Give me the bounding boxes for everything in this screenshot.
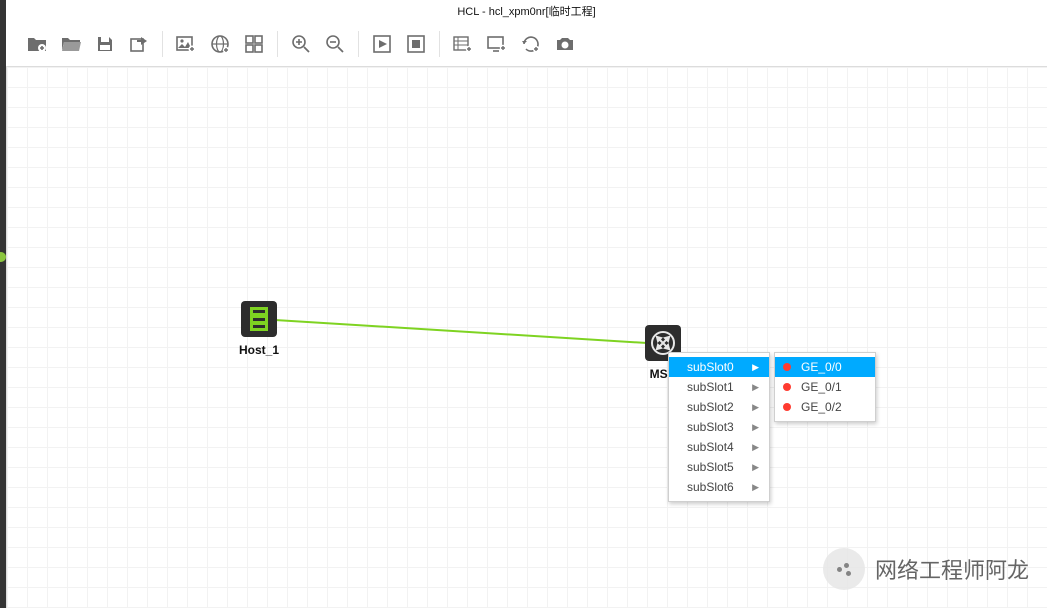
menu-item-label: GE_0/2 <box>801 400 842 414</box>
title-bar: HCL - hcl_xpm0nr[临时工程] <box>6 0 1047 23</box>
host-icon <box>241 301 277 337</box>
submenu-arrow-icon: ▶ <box>752 422 759 433</box>
menu-item-label: GE_0/1 <box>801 380 842 394</box>
refresh-add-icon[interactable] <box>514 29 548 59</box>
toolbar-separator <box>439 31 440 57</box>
export-icon[interactable] <box>122 29 156 59</box>
menu-item-label: subSlot3 <box>687 420 734 434</box>
status-dot-icon <box>783 383 791 391</box>
zoom-in-icon[interactable] <box>284 29 318 59</box>
menu-item-subslot1[interactable]: subSlot1 ▶ <box>669 377 769 397</box>
topology-link[interactable] <box>275 319 663 345</box>
menu-item-label: subSlot2 <box>687 400 734 414</box>
image-add-icon[interactable] <box>169 29 203 59</box>
submenu-arrow-icon: ▶ <box>752 482 759 493</box>
status-dot-icon <box>783 403 791 411</box>
menu-item-subslot5[interactable]: subSlot5 ▶ <box>669 457 769 477</box>
menu-item-subslot2[interactable]: subSlot2 ▶ <box>669 397 769 417</box>
camera-icon[interactable] <box>548 29 582 59</box>
menu-item-ge00[interactable]: GE_0/0 <box>775 357 875 377</box>
grid-icon[interactable] <box>237 29 271 59</box>
table-add-icon[interactable] <box>446 29 480 59</box>
zoom-out-icon[interactable] <box>318 29 352 59</box>
submenu-arrow-icon: ▶ <box>752 442 759 453</box>
submenu-arrow-icon: ▶ <box>752 402 759 413</box>
menu-item-label: subSlot6 <box>687 480 734 494</box>
toolbar-separator <box>162 31 163 57</box>
menu-item-label: subSlot1 <box>687 380 734 394</box>
play-icon[interactable] <box>365 29 399 59</box>
window-title: HCL - hcl_xpm0nr[临时工程] <box>457 3 595 19</box>
menu-item-subslot4[interactable]: subSlot4 ▶ <box>669 437 769 457</box>
screen-add-icon[interactable] <box>480 29 514 59</box>
node-host-label: Host_1 <box>239 343 279 357</box>
watermark-text: 网络工程师阿龙 <box>875 553 1029 585</box>
menu-item-ge02[interactable]: GE_0/2 <box>775 397 875 417</box>
save-icon[interactable] <box>88 29 122 59</box>
menu-item-label: GE_0/0 <box>801 360 842 374</box>
wechat-icon <box>823 548 865 590</box>
watermark: 网络工程师阿龙 <box>823 548 1029 590</box>
app-root: HCL - hcl_xpm0nr[临时工程] Host_1 <box>0 0 1047 608</box>
status-dot-icon <box>783 363 791 371</box>
interface-submenu[interactable]: GE_0/0 GE_0/1 GE_0/2 <box>774 352 876 422</box>
menu-item-label: subSlot5 <box>687 460 734 474</box>
menu-item-subslot6[interactable]: subSlot6 ▶ <box>669 477 769 497</box>
menu-item-subslot0[interactable]: subSlot0 ▶ <box>669 357 769 377</box>
node-host[interactable]: Host_1 <box>239 301 279 357</box>
new-project-icon[interactable] <box>20 29 54 59</box>
toolbar-separator <box>277 31 278 57</box>
stop-icon[interactable] <box>399 29 433 59</box>
menu-item-label: subSlot4 <box>687 440 734 454</box>
subslot-menu[interactable]: subSlot0▶subSlot1▶subSlot2▶subSlot3▶subS… <box>668 352 770 502</box>
menu-item-label: subSlot0 <box>687 360 734 374</box>
globe-icon[interactable] <box>203 29 237 59</box>
submenu-arrow-icon: ▶ <box>752 362 759 373</box>
toolbar <box>6 22 1047 67</box>
toolbar-separator <box>358 31 359 57</box>
canvas[interactable]: Host_1 MSR subSlot0▶ <box>6 66 1047 608</box>
menu-item-subslot3[interactable]: subSlot3 ▶ <box>669 417 769 437</box>
open-icon[interactable] <box>54 29 88 59</box>
menu-item-ge01[interactable]: GE_0/1 <box>775 377 875 397</box>
submenu-arrow-icon: ▶ <box>752 382 759 393</box>
submenu-arrow-icon: ▶ <box>752 462 759 473</box>
